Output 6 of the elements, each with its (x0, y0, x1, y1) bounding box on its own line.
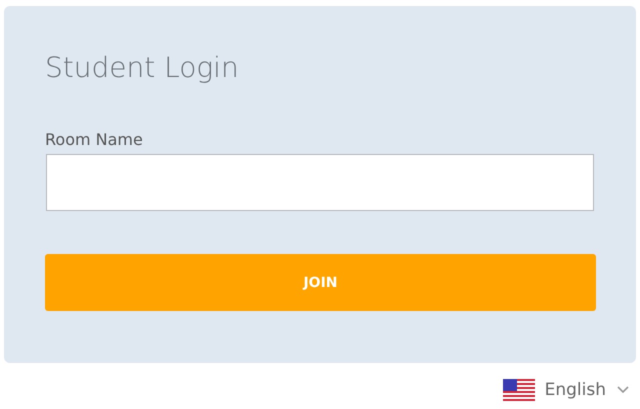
language-selector[interactable]: English (502, 379, 630, 401)
room-name-field[interactable] (46, 154, 594, 211)
chevron-down-icon (616, 385, 630, 395)
login-title: Student Login (45, 50, 240, 86)
flag-icon (502, 379, 535, 401)
field-label: Room Name (45, 130, 144, 150)
